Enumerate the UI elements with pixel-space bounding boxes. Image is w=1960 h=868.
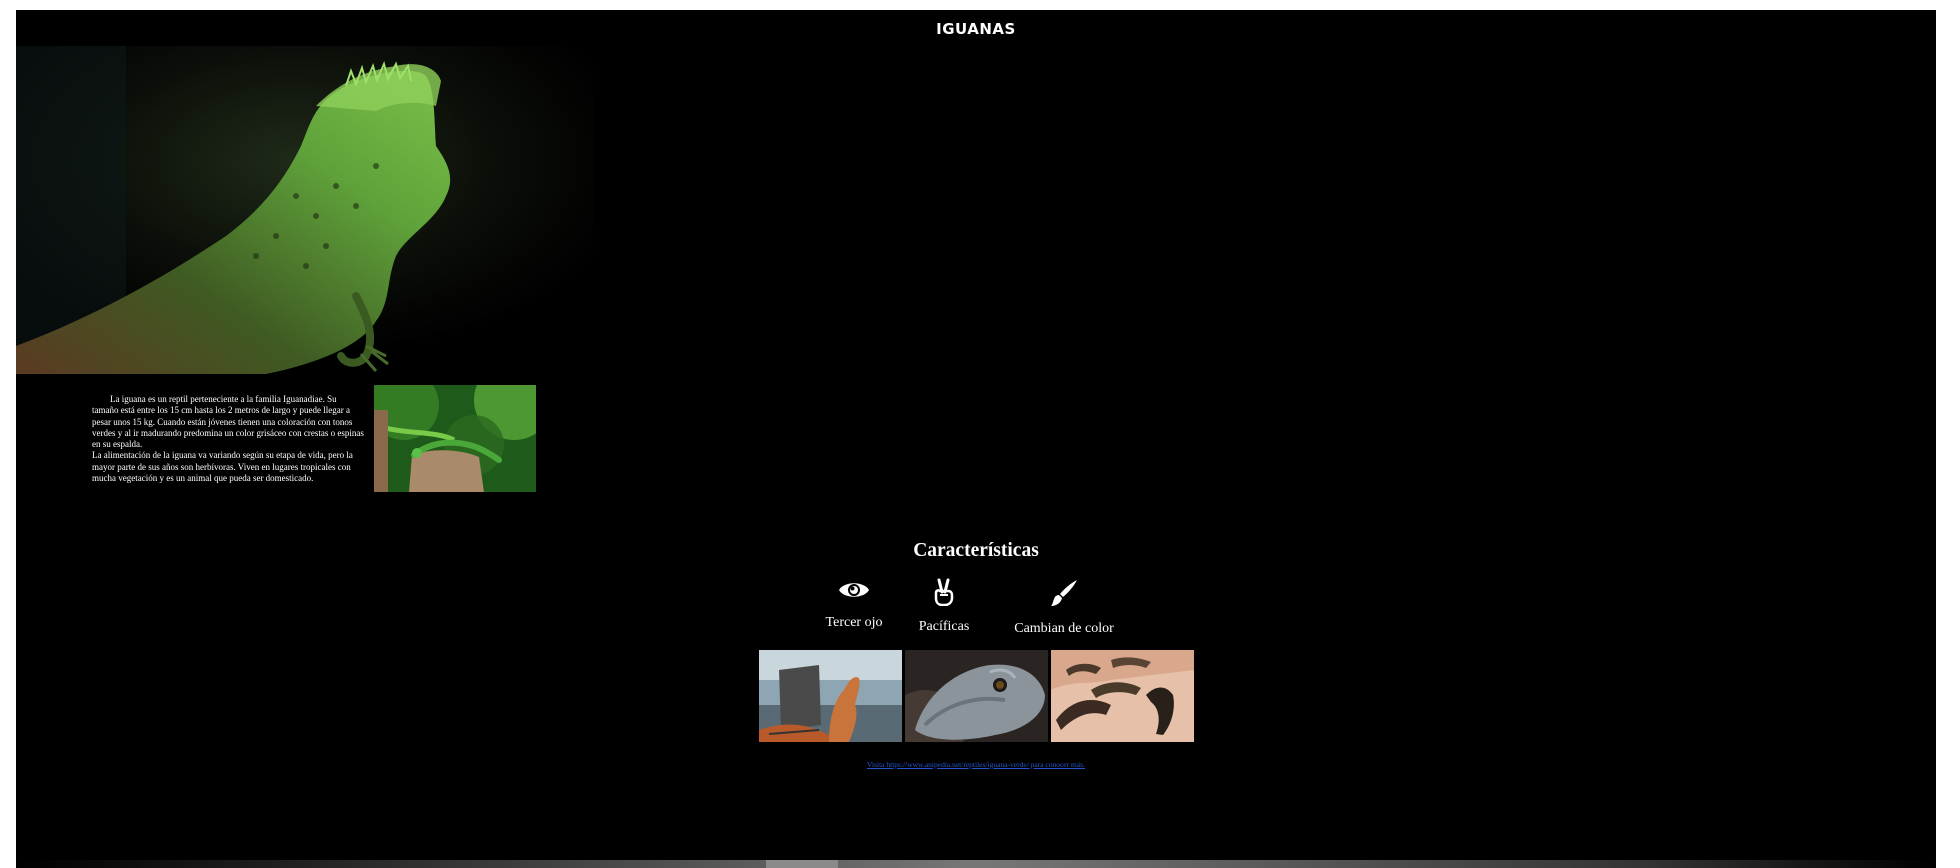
scrollbar-thumb[interactable] [766, 860, 838, 868]
feature-peaceful: Pacíficas [914, 578, 974, 635]
characteristics-title: Características [913, 540, 1039, 561]
anipedia-link[interactable]: Visita https://www.anipedia.net/reptiles… [867, 760, 1085, 769]
hero-iguana-image [16, 46, 593, 374]
gallery-photo-beach-iguana [759, 650, 902, 742]
feature-label: Pacíficas [918, 619, 970, 634]
iguana-gallery [759, 650, 1195, 742]
eye-icon [824, 578, 884, 607]
intro-paragraph-2: La alimentación de la iguana va variando… [92, 450, 353, 484]
feature-label: Tercer ojo [825, 615, 883, 630]
peace-hand-icon [914, 578, 974, 611]
gallery-photo-iguana-head [905, 650, 1048, 742]
source-link-container: Visita https://www.anipedia.net/reptiles… [16, 760, 1936, 769]
gallery-photo-iguana-group [1051, 650, 1194, 742]
page-container: IGUANAS La iguana es un reptil perteneci… [16, 10, 1936, 868]
intro-paragraph-1: La iguana es un reptil perteneciente a l… [92, 394, 364, 450]
feature-color-change: Cambian de color [1009, 578, 1119, 637]
iguana-branch-photo [374, 385, 536, 492]
horizontal-scrollbar[interactable] [16, 860, 1936, 868]
feature-label: Cambian de color [1014, 621, 1114, 636]
characteristics-list: Tercer ojo Pacíficas Cambian de color [824, 578, 1144, 648]
feature-third-eye: Tercer ojo [824, 578, 884, 631]
paintbrush-icon [1009, 578, 1119, 613]
page-title: IGUANAS [936, 20, 1016, 38]
intro-text: La iguana es un reptil perteneciente a l… [92, 394, 364, 484]
